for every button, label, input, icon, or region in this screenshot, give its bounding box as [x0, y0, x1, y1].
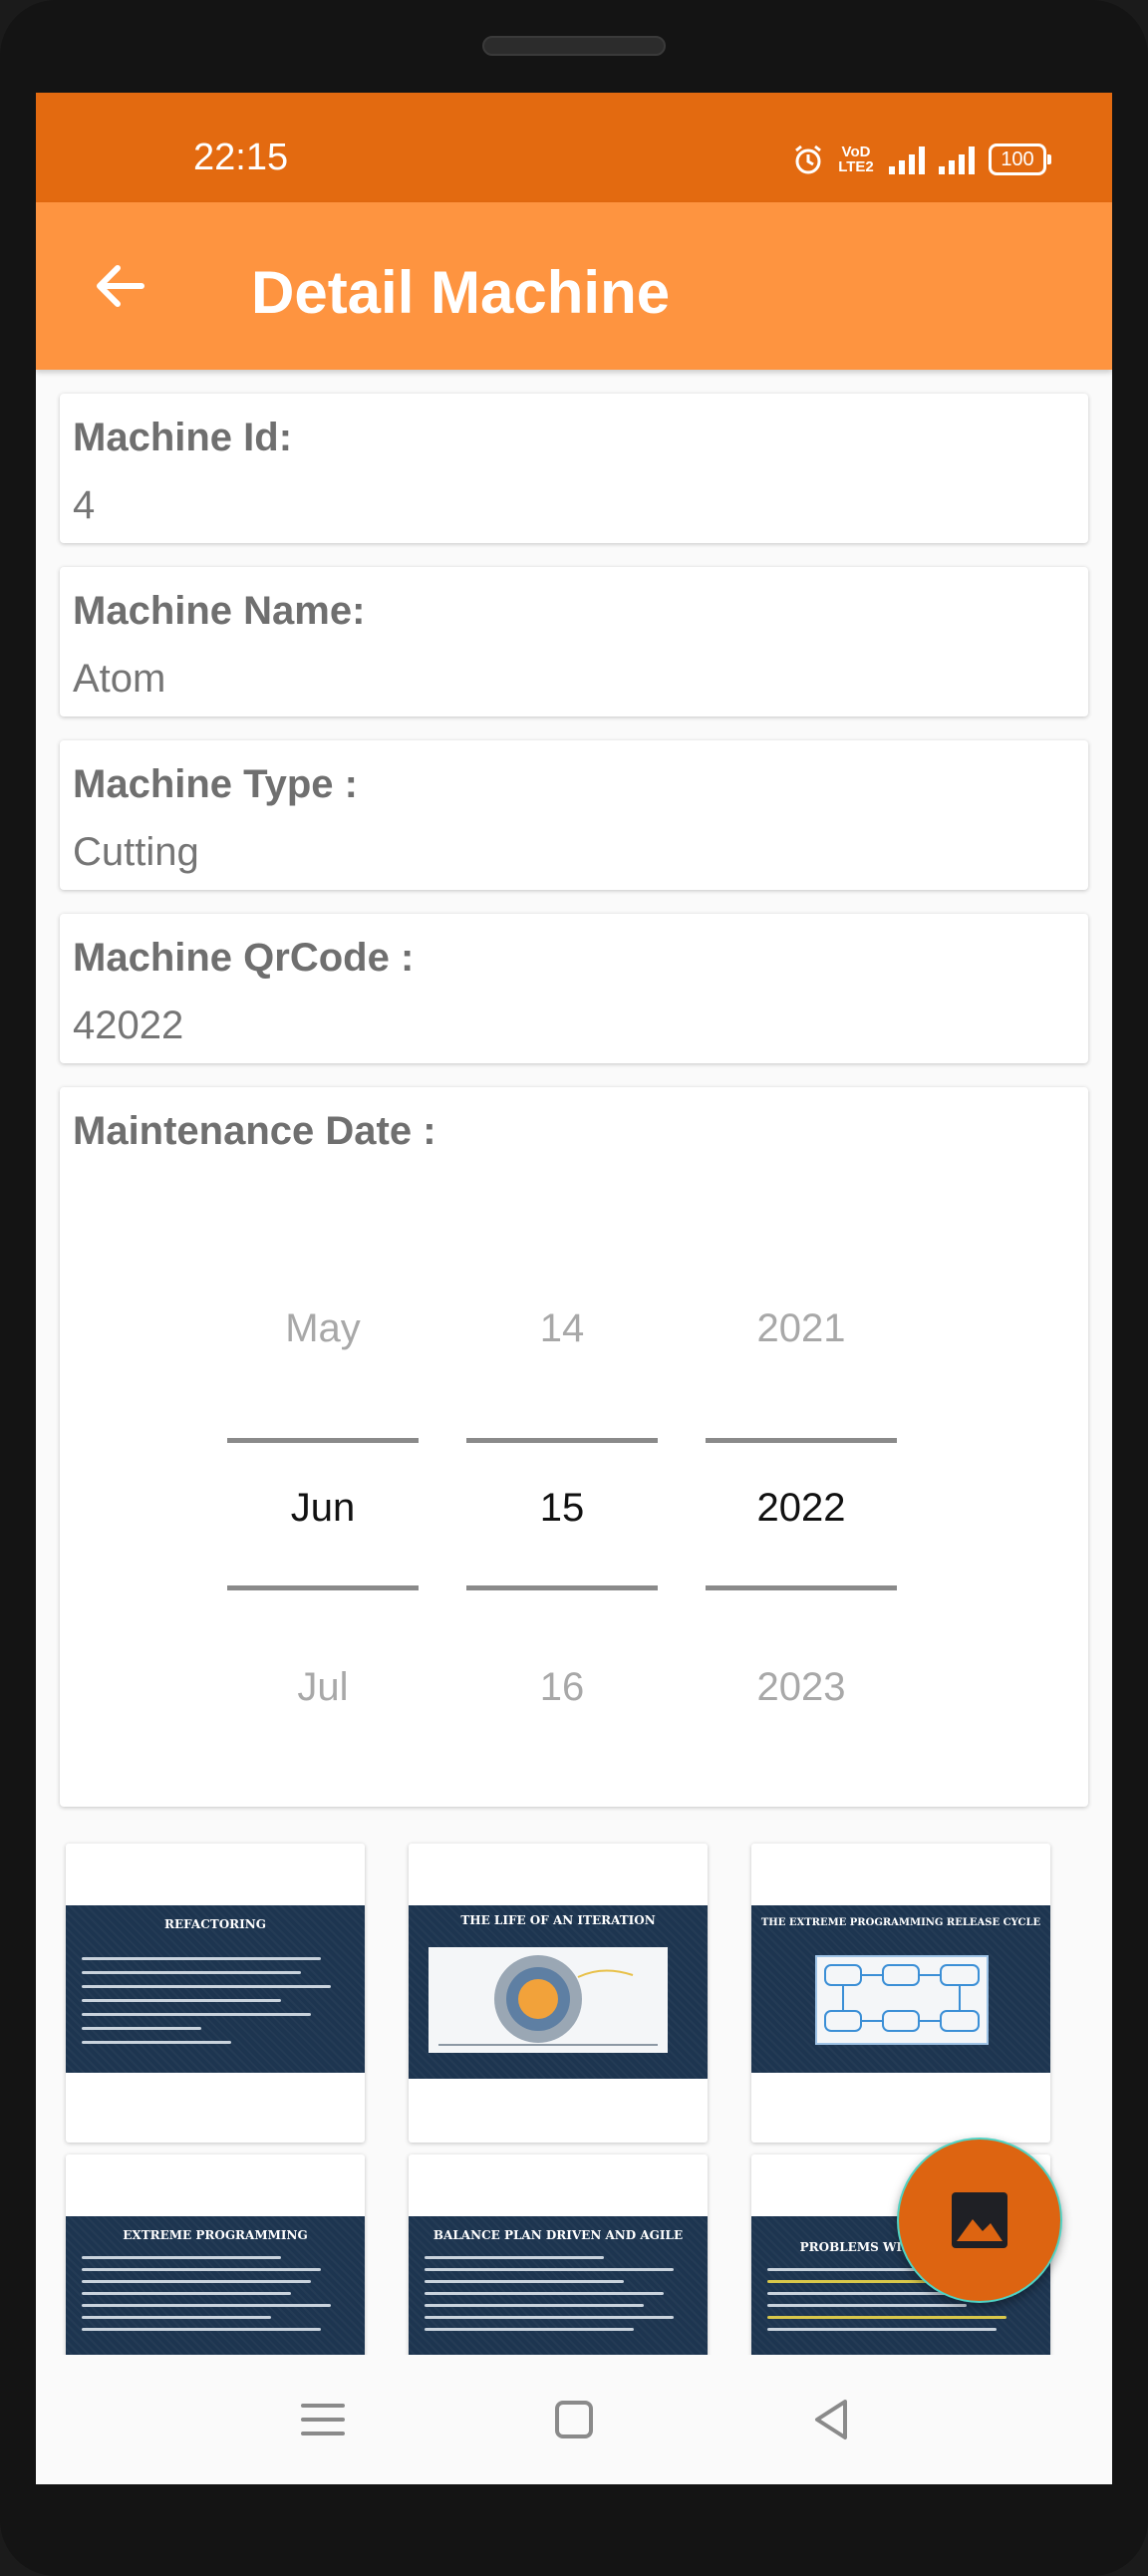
month-selected[interactable]: Jun [227, 1486, 419, 1531]
picker-divider [466, 1585, 658, 1590]
back-triangle-icon[interactable] [801, 2390, 861, 2449]
volte-icon: VoD LTE2 [838, 143, 874, 175]
release-cycle-diagram [824, 1964, 980, 2032]
day-selected[interactable]: 15 [466, 1486, 658, 1531]
field-label: Machine Type : [73, 762, 358, 806]
slide-preview: REFACTORING [66, 1905, 365, 2073]
home-icon[interactable] [544, 2390, 604, 2449]
picker-divider [227, 1438, 419, 1443]
field-value: 4 [73, 483, 96, 527]
field-label: Machine QrCode : [73, 936, 415, 980]
diagram-panel [429, 1947, 668, 2053]
picker-divider [706, 1585, 897, 1590]
slide-title: THE LIFE OF AN ITERATION [460, 1913, 656, 1927]
day-next[interactable]: 16 [466, 1665, 658, 1710]
diagram-panel [815, 1955, 989, 2045]
gallery-image[interactable]: THE LIFE OF AN ITERATION [409, 1844, 708, 2143]
machine-type-card: Machine Type : Cutting [60, 740, 1088, 890]
slide-preview: THE EXTREME PROGRAMMING RELEASE CYCLE [751, 1905, 1050, 2073]
status-icons: VoD LTE2 100 [793, 143, 1051, 176]
status-time: 22:15 [193, 137, 289, 178]
date-picker[interactable]: May Jun Jul 14 15 16 2021 2022 2023 [60, 1249, 1088, 1787]
field-label: Machine Id: [73, 416, 293, 459]
battery-icon: 100 [989, 143, 1051, 175]
year-selected[interactable]: 2022 [706, 1486, 897, 1531]
signal-icon-1 [889, 144, 925, 174]
year-next[interactable]: 2023 [706, 1665, 897, 1710]
signal-icon-2 [939, 144, 975, 174]
day-prev[interactable]: 14 [466, 1306, 658, 1351]
alarm-icon [795, 144, 821, 174]
day-wheel[interactable]: 14 15 16 [466, 1249, 658, 1787]
field-value: Atom [73, 657, 166, 701]
maintenance-date-card: Maintenance Date : May Jun Jul 14 15 16 [60, 1087, 1088, 1807]
slide-title: EXTREME PROGRAMMING [123, 2228, 308, 2242]
field-value: Cutting [73, 830, 199, 874]
month-wheel[interactable]: May Jun Jul [227, 1249, 419, 1787]
field-value: 42022 [73, 1003, 184, 1047]
month-prev[interactable]: May [227, 1306, 419, 1351]
app-bar: Detail Machine [36, 202, 1112, 370]
page-title: Detail Machine [251, 259, 671, 326]
year-prev[interactable]: 2021 [706, 1306, 897, 1351]
slide-title: BALANCE PLAN DRIVEN AND AGILE [432, 2228, 684, 2242]
phone-frame: 22:15 VoD LTE2 100 Detail Machine Machin… [0, 0, 1148, 2576]
gallery-image[interactable]: THE EXTREME PROGRAMMING RELEASE CYCLE [751, 1844, 1050, 2143]
back-arrow-icon[interactable] [82, 248, 157, 324]
image-icon [952, 2192, 1007, 2248]
gallery-image[interactable]: REFACTORING [66, 1844, 365, 2143]
status-bar: 22:15 VoD LTE2 100 [36, 93, 1112, 202]
slide-preview: THE LIFE OF AN ITERATION [409, 1905, 708, 2079]
picker-divider [466, 1438, 658, 1443]
slide-title: REFACTORING [164, 1917, 266, 1931]
field-label: Maintenance Date : [73, 1109, 436, 1153]
slide-title: THE EXTREME PROGRAMMING RELEASE CYCLE [760, 1917, 1041, 1928]
picker-divider [706, 1438, 897, 1443]
field-label: Machine Name: [73, 589, 366, 633]
menu-icon[interactable] [293, 2390, 353, 2449]
machine-id-card: Machine Id: 4 [60, 394, 1088, 543]
system-nav-bar [36, 2355, 1112, 2484]
picker-divider [227, 1585, 419, 1590]
speaker-grille [482, 36, 666, 56]
screen: 22:15 VoD LTE2 100 Detail Machine Machin… [36, 93, 1112, 2484]
machine-qrcode-card: Machine QrCode : 42022 [60, 914, 1088, 1063]
year-wheel[interactable]: 2021 2022 2023 [706, 1249, 897, 1787]
machine-name-card: Machine Name: Atom [60, 567, 1088, 716]
pick-image-fab[interactable] [897, 2138, 1062, 2303]
iteration-cycle-diagram [438, 1955, 658, 2046]
month-next[interactable]: Jul [227, 1665, 419, 1710]
